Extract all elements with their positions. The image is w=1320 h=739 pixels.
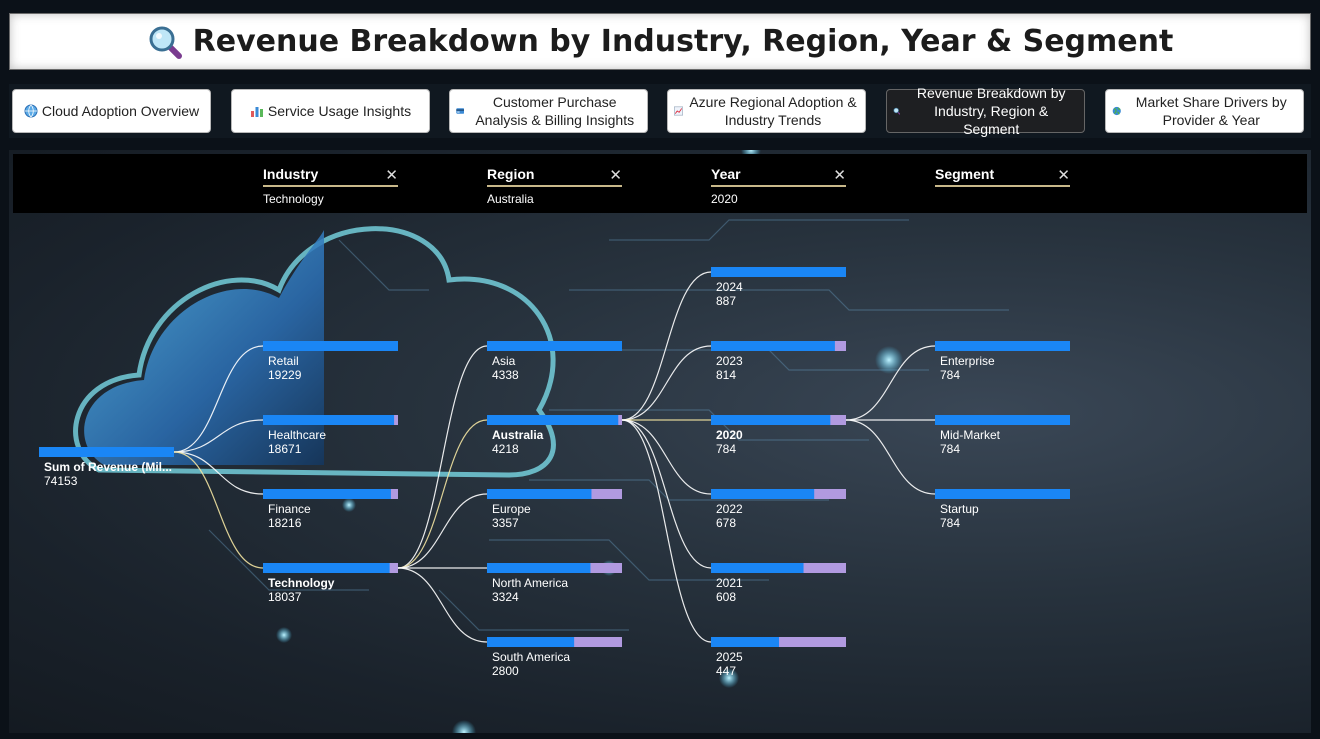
node-value: 784: [940, 442, 961, 456]
node-value: 447: [716, 664, 737, 678]
node-label: Healthcare: [268, 428, 327, 442]
link-region-0: [397, 345, 488, 569]
tree-root-node[interactable]: Sum of Revenue (Mil... 74153: [44, 460, 172, 488]
node-year-2-bar: [711, 415, 831, 425]
node-year-0-bar: [711, 267, 846, 277]
tree-node-year-0[interactable]: 2024 887: [716, 280, 743, 308]
link-industry-2: [173, 451, 264, 495]
tree-node-year-5[interactable]: 2025 447: [716, 650, 743, 678]
node-label: Enterprise: [940, 354, 995, 368]
node-value: 2800: [492, 664, 519, 678]
node-label: 2024: [716, 280, 743, 294]
node-label: Startup: [940, 502, 979, 516]
node-value: 784: [940, 516, 961, 530]
link-segment-2: [845, 419, 936, 495]
tree-node-segment-0[interactable]: Enterprise 784: [940, 354, 995, 382]
node-label: Technology: [268, 576, 335, 590]
node-value: 3324: [492, 590, 519, 604]
node-industry-1-bar: [263, 415, 395, 425]
tree-node-segment-2[interactable]: Startup 784: [940, 502, 979, 530]
node-label: 2021: [716, 576, 743, 590]
node-value: 19229: [268, 368, 302, 382]
node-region-0-bar: [487, 341, 622, 351]
tree-node-industry-0[interactable]: Retail 19229: [268, 354, 301, 382]
node-value: 887: [716, 294, 737, 308]
node-year-5-bar: [711, 637, 780, 647]
node-year-3-bar: [711, 489, 815, 499]
link-year-0: [621, 271, 712, 421]
tree-node-region-1[interactable]: Australia 4218: [492, 428, 543, 456]
node-label: Europe: [492, 502, 531, 516]
node-label: Australia: [492, 428, 544, 442]
node-segment-2-bar: [935, 489, 1070, 499]
node-label: South America: [492, 650, 571, 664]
node-label: Asia: [492, 354, 516, 368]
node-label: Finance: [268, 502, 311, 516]
node-industry-3-bar: [263, 563, 390, 573]
node-value: 18037: [268, 590, 302, 604]
node-segment-1-bar: [935, 415, 1070, 425]
node-region-2-bar: [487, 489, 592, 499]
link-region-1: [397, 419, 488, 569]
tree-node-year-2[interactable]: 2020 784: [716, 428, 743, 456]
link-segment-0: [845, 345, 936, 421]
node-value: 608: [716, 590, 737, 604]
node-year-4-bar: [711, 563, 804, 573]
tree-node-region-0[interactable]: Asia 4338: [492, 354, 519, 382]
tree-node-industry-2[interactable]: Finance 18216: [268, 502, 311, 530]
link-year-1: [621, 345, 712, 421]
node-label: Sum of Revenue (Mil...: [44, 460, 173, 474]
node-industry-2-bar: [263, 489, 391, 499]
node-value: 74153: [44, 474, 78, 488]
tree-node-year-3[interactable]: 2022 678: [716, 502, 743, 530]
node-label: 2025: [716, 650, 743, 664]
node-label: Mid-Market: [940, 428, 1001, 442]
link-year-5: [621, 419, 712, 643]
node-value: 18216: [268, 516, 302, 530]
node-value: 18671: [268, 442, 302, 456]
root-bar: [39, 447, 174, 457]
node-year-1-bar: [711, 341, 835, 351]
node-industry-0-bar: [263, 341, 398, 351]
node-segment-0-bar: [935, 341, 1070, 351]
link-region-2: [397, 493, 488, 569]
node-label: 2022: [716, 502, 743, 516]
node-value: 784: [716, 442, 737, 456]
node-value: 4218: [492, 442, 519, 456]
node-region-4-bar: [487, 637, 575, 647]
tree-node-industry-3[interactable]: Technology 18037: [268, 576, 334, 604]
tree-node-segment-1[interactable]: Mid-Market 784: [940, 428, 1000, 456]
link-region-4: [397, 567, 488, 643]
node-label: North America: [492, 576, 569, 590]
link-industry-1: [173, 419, 264, 453]
node-label: Retail: [268, 354, 299, 368]
tree-node-year-4[interactable]: 2021 608: [716, 576, 743, 604]
node-value: 814: [716, 368, 737, 382]
decomposition-tree: [39, 267, 1070, 647]
tree-node-region-2[interactable]: Europe 3357: [492, 502, 531, 530]
tree-node-year-1[interactable]: 2023 814: [716, 354, 743, 382]
link-industry-3: [173, 451, 264, 569]
tree-node-region-3[interactable]: North America 3324: [492, 576, 568, 604]
link-year-4: [621, 419, 712, 569]
node-value: 784: [940, 368, 961, 382]
node-value: 678: [716, 516, 737, 530]
node-label: 2023: [716, 354, 743, 368]
node-region-3-bar: [487, 563, 591, 573]
tree-node-region-4[interactable]: South America 2800: [492, 650, 570, 678]
tree-node-industry-1[interactable]: Healthcare 18671: [268, 428, 326, 456]
node-region-1-bar: [487, 415, 619, 425]
link-year-3: [621, 419, 712, 495]
node-label: 2020: [716, 428, 743, 442]
node-value: 3357: [492, 516, 519, 530]
node-value: 4338: [492, 368, 519, 382]
